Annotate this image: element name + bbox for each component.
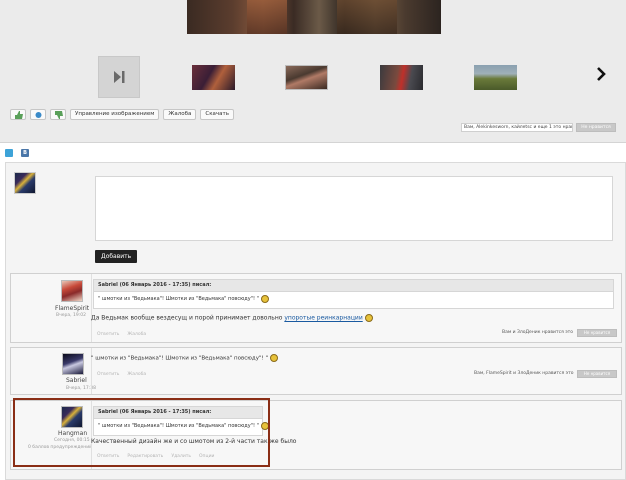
manage-image-button[interactable]: Управление изображением [70, 109, 160, 120]
thumb-down-icon [55, 111, 63, 119]
gallery-thumbnail[interactable] [380, 65, 423, 90]
comment-input[interactable] [95, 176, 613, 241]
comment-item: Hangman Сегодня, 00:15 0 баллов предупре… [10, 400, 622, 470]
reply-link[interactable]: Ответить [97, 372, 119, 377]
gallery-thumbnail[interactable] [192, 65, 235, 90]
image-gallery: Управление изображением Жалоба Скачать В… [0, 0, 626, 143]
comment-actions: Ответить Редактировать Удалить Опции [97, 454, 222, 459]
comment-link[interactable]: упоротые реинкарнации [284, 315, 362, 322]
like-button[interactable] [10, 109, 26, 120]
add-comment-button[interactable]: Добавить [95, 250, 138, 263]
vk-icon[interactable]: В [21, 149, 29, 157]
comment-actions: Ответить Жалоба [97, 372, 154, 377]
share-icon [35, 112, 42, 118]
gallery-thumbnail-selected[interactable] [285, 65, 328, 90]
comment-author[interactable]: Sabriel [66, 377, 87, 384]
smiley-icon [364, 314, 373, 322]
avatar [14, 172, 36, 194]
comment-actions: Ответить Жалоба [97, 332, 154, 337]
warning-points[interactable]: 0 баллов предупреждений [28, 445, 92, 450]
smiley-icon [270, 354, 278, 362]
thumb-up-icon [15, 111, 23, 119]
quote-header: Sabriel (06 Январь 2016 - 17:35) писал: [93, 279, 614, 292]
quote-body: " шмотки из "Ведьмака"! Шмотки из "Ведьм… [93, 292, 614, 309]
twitter-icon[interactable] [5, 149, 13, 157]
reply-link[interactable]: Ответить [97, 454, 119, 459]
dislike-button[interactable]: Не нравится [577, 329, 617, 337]
likes-summary[interactable]: Вам, FlameSpirit и ЗлоДеник нравится это [474, 371, 574, 376]
download-button[interactable]: Скачать [200, 109, 234, 120]
comment-text: Да Ведьмак вообще вездесущ и порой прини… [91, 314, 373, 322]
chevron-right-icon[interactable] [596, 66, 606, 82]
comment-author[interactable]: FlameSpirit [55, 305, 89, 312]
gallery-thumbnail[interactable] [474, 65, 517, 90]
delete-link[interactable]: Удалить [171, 454, 191, 459]
comment-text: " шмотки из "Ведьмака"! Шмотки из "Ведьм… [91, 354, 278, 362]
dislike-button[interactable]: Не нравится [577, 370, 617, 378]
dislike-button[interactable]: Не нравится [576, 123, 616, 132]
comment-author[interactable]: Hangman [58, 430, 87, 437]
dislike-icon-button[interactable] [50, 109, 66, 120]
quote-body: " шмотки из "Ведьмака"! Шмотки из "Ведьм… [93, 419, 269, 436]
main-image[interactable] [187, 0, 441, 34]
complain-link[interactable]: Жалоба [127, 332, 146, 337]
smiley-icon [260, 421, 269, 430]
image-toolbar: Управление изображением Жалоба Скачать [10, 109, 234, 120]
likes-summary[interactable]: Вам, Alekinkesworn, кайлеtsс и еще 1 это… [461, 123, 573, 132]
smiley-icon [260, 294, 269, 303]
comment-item: Sabriel Вчера, 17:38 " шмотки из "Ведьма… [10, 347, 622, 395]
edit-link[interactable]: Редактировать [127, 454, 163, 459]
social-share: В [5, 149, 29, 157]
avatar[interactable] [61, 280, 83, 302]
slideshow-tile[interactable] [98, 56, 140, 98]
play-skip-icon [114, 71, 125, 83]
reply-link[interactable]: Ответить [97, 332, 119, 337]
comment-date: Сегодня, 00:15 [54, 438, 90, 443]
avatar[interactable] [62, 353, 84, 375]
complain-link[interactable]: Жалоба [127, 372, 146, 377]
quote-header: Sabriel (06 Январь 2016 - 17:35) писал: [93, 406, 263, 419]
comment-text: Качественный дизайн же и со шмотом из 2-… [91, 438, 297, 445]
complain-button[interactable]: Жалоба [163, 109, 197, 120]
share-button[interactable] [30, 109, 46, 120]
comment-item: FlameSpirit Вчера, 19:02 Sabriel (06 Янв… [10, 273, 622, 343]
comment-date: Вчера, 19:02 [56, 313, 86, 318]
options-link[interactable]: Опции [199, 454, 214, 459]
likes-summary[interactable]: Вам и ЗлоДеник нравится это [502, 330, 573, 335]
avatar[interactable] [61, 406, 83, 428]
